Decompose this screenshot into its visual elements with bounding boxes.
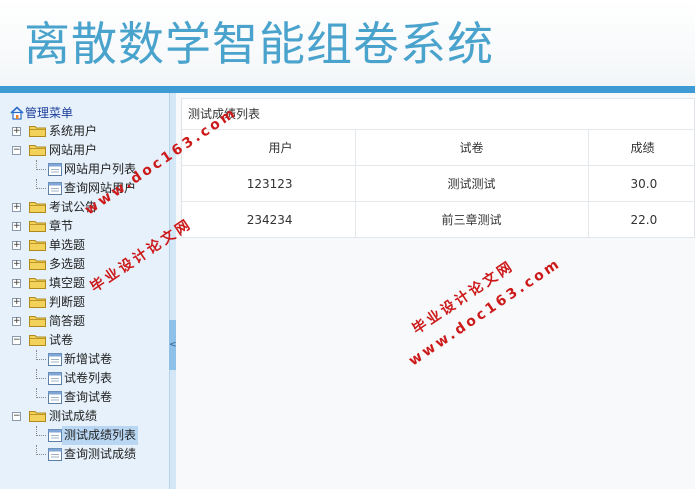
page-icon	[48, 429, 62, 442]
expand-toggle-icon[interactable]: −	[12, 146, 21, 155]
cell-score: 30.0	[588, 165, 695, 202]
score-table: 用户 试卷 成绩 123123 测试测试 30.0 234234 前三章测试 2…	[182, 129, 695, 238]
menu-item-label: 判断题	[49, 295, 86, 309]
menu-item-label: 填空题	[49, 276, 86, 290]
sidebar-collapse-handle[interactable]: <	[169, 320, 177, 370]
table-header-row: 用户 试卷 成绩	[182, 129, 695, 166]
expand-toggle-icon[interactable]: +	[12, 279, 21, 288]
submenu-item[interactable]: 测试成绩列表	[8, 426, 168, 445]
submenu-item-label: 试卷列表	[64, 371, 113, 385]
submenu-item-label: 测试成绩列表	[62, 426, 139, 445]
expand-toggle-icon[interactable]: +	[12, 317, 21, 326]
menu-item[interactable]: + 填空题	[8, 274, 168, 293]
column-header-user[interactable]: 用户	[182, 129, 356, 166]
folder-icon	[29, 259, 46, 270]
folder-icon	[29, 145, 46, 156]
menu-item[interactable]: + 系统用户	[8, 122, 168, 141]
expand-toggle-icon[interactable]: +	[12, 298, 21, 307]
menu-item[interactable]: + 考试公告	[8, 198, 168, 217]
submenu-item[interactable]: 网站用户列表	[8, 160, 168, 179]
cell-score: 22.0	[588, 201, 695, 238]
column-header-score[interactable]: 成绩	[588, 129, 695, 166]
panel-title: 测试成绩列表	[188, 107, 261, 121]
page-icon	[48, 391, 62, 404]
expand-toggle-icon[interactable]: +	[12, 127, 21, 136]
submenu-item-label: 查询试卷	[64, 390, 113, 404]
header-accent-bar	[0, 86, 695, 93]
tree-connector	[36, 369, 46, 379]
cell-user: 123123	[182, 165, 356, 202]
folder-icon	[29, 240, 46, 251]
menu-root[interactable]: 管理菜单	[8, 104, 168, 122]
score-list-panel: 测试成绩列表 用户 试卷 成绩 123123 测试测试 30.0 234234 …	[181, 98, 695, 238]
table-row[interactable]: 234234 前三章测试 22.0	[182, 201, 695, 238]
tree-connector	[36, 160, 46, 170]
page-icon	[48, 448, 62, 461]
main-content: 测试成绩列表 用户 试卷 成绩 123123 测试测试 30.0 234234 …	[176, 93, 695, 489]
menu-root-label: 管理菜单	[25, 106, 74, 120]
page-icon	[48, 372, 62, 385]
folder-icon	[29, 411, 46, 422]
submenu-item-label: 查询测试成绩	[64, 447, 137, 461]
submenu-item[interactable]: 查询试卷	[8, 388, 168, 407]
cell-user: 234234	[182, 201, 356, 238]
menu-item[interactable]: + 判断题	[8, 293, 168, 312]
column-header-paper[interactable]: 试卷	[355, 129, 589, 166]
submenu-item-label: 查询网站用户	[64, 181, 137, 195]
submenu-item[interactable]: 试卷列表	[8, 369, 168, 388]
submenu-item-label: 新增试卷	[64, 352, 113, 366]
submenu-item[interactable]: 查询网站用户	[8, 179, 168, 198]
tree-connector	[36, 179, 46, 189]
menu-item[interactable]: + 简答题	[8, 312, 168, 331]
menu-item[interactable]: + 多选题	[8, 255, 168, 274]
tree-connector	[36, 350, 46, 360]
menu-item-label: 测试成绩	[49, 409, 98, 423]
menu-tree: 管理菜单 + 系统用户 − 网站用户 网站用户列表 查询网站用户 + 考试公告 + 章节 + 单选题 +…	[8, 104, 168, 464]
submenu-item-label: 网站用户列表	[64, 162, 137, 176]
menu-item[interactable]: − 试卷	[8, 331, 168, 350]
page-icon	[48, 182, 62, 195]
expand-toggle-icon[interactable]: +	[12, 260, 21, 269]
menu-item[interactable]: + 单选题	[8, 236, 168, 255]
menu-item-label: 单选题	[49, 238, 86, 252]
menu-item[interactable]: + 章节	[8, 217, 168, 236]
tree-connector	[36, 426, 46, 436]
menu-item[interactable]: − 测试成绩	[8, 407, 168, 426]
home-icon	[10, 106, 24, 120]
expand-toggle-icon[interactable]: +	[12, 203, 21, 212]
expand-toggle-icon[interactable]: −	[12, 412, 21, 421]
menu-item-label: 多选题	[49, 257, 86, 271]
menu-item-label: 考试公告	[49, 200, 98, 214]
expand-toggle-icon[interactable]: −	[12, 336, 21, 345]
folder-icon	[29, 335, 46, 346]
tree-connector	[36, 445, 46, 455]
tree-connector	[36, 388, 46, 398]
menu-item-label: 章节	[49, 219, 74, 233]
folder-icon	[29, 221, 46, 232]
menu-item[interactable]: − 网站用户	[8, 141, 168, 160]
app-header: 离散数学智能组卷系统	[0, 0, 695, 86]
folder-icon	[29, 297, 46, 308]
folder-icon	[29, 202, 46, 213]
sidebar-splitter[interactable]	[169, 93, 176, 489]
menu-item-label: 试卷	[49, 333, 74, 347]
menu-item-label: 网站用户	[49, 143, 98, 157]
page-icon	[48, 163, 62, 176]
page-icon	[48, 353, 62, 366]
submenu-item[interactable]: 查询测试成绩	[8, 445, 168, 464]
expand-toggle-icon[interactable]: +	[12, 222, 21, 231]
menu-item-label: 系统用户	[49, 124, 98, 138]
cell-paper: 测试测试	[355, 165, 589, 202]
folder-icon	[29, 278, 46, 289]
expand-toggle-icon[interactable]: +	[12, 241, 21, 250]
folder-icon	[29, 126, 46, 137]
app-title: 离散数学智能组卷系统	[24, 17, 494, 71]
submenu-item[interactable]: 新增试卷	[8, 350, 168, 369]
cell-paper: 前三章测试	[355, 201, 589, 238]
folder-icon	[29, 316, 46, 327]
table-row[interactable]: 123123 测试测试 30.0	[182, 165, 695, 202]
menu-item-label: 简答题	[49, 314, 86, 328]
